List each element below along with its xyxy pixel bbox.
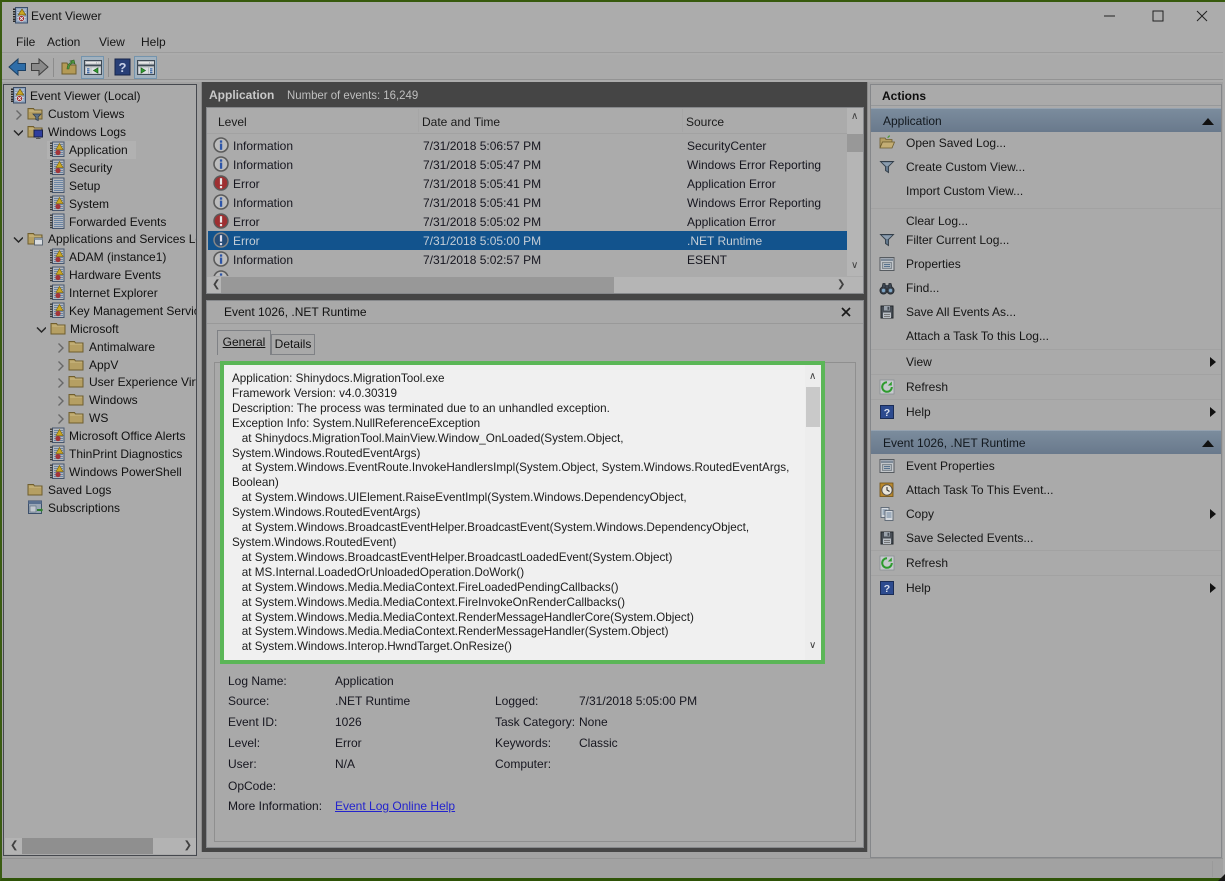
svg-text:?: ? (119, 60, 127, 75)
